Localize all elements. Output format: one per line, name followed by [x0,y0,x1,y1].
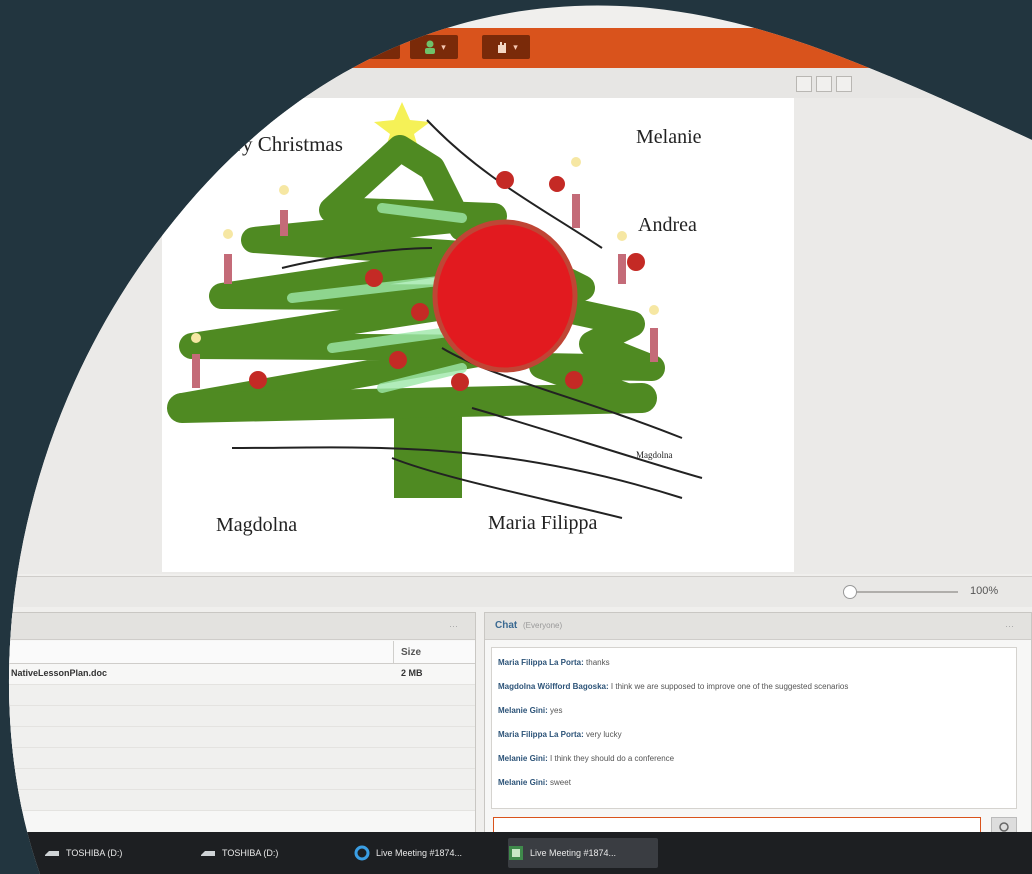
handouts-header: ⋯ [1,613,475,640]
chat-sender: Maria Filippa La Porta: [498,730,584,739]
chat-title: Chat [495,620,518,631]
table-row[interactable] [1,748,475,769]
chat-text: I think we are supposed to improve one o… [610,682,849,691]
content-stage: Merry Christmas Melanie Andrea Magdolna … [0,98,1032,574]
table-row[interactable] [1,790,475,811]
raise-hand-icon [494,39,510,55]
attendee-icon [422,39,438,55]
chat-text: I think they should do a conference [550,754,675,763]
taskbar-label: Live Meeting #1874... [376,848,463,858]
slide-name-maria-filippa: Maria Filippa [488,512,598,534]
zoom-slider-track[interactable] [846,591,958,593]
chat-history[interactable]: Maria Filippa La Porta: thanks Magdolna … [491,647,1017,809]
chevron-down-icon: ▾ [387,41,392,52]
panel-menu-icon[interactable]: ⋯ [1005,621,1017,629]
slide-name-magdolna: Magdolna [216,514,298,536]
chat-sender: Melanie Gini: [498,706,548,715]
table-row[interactable] [1,727,475,748]
zoom-slider-thumb[interactable] [843,585,857,599]
popout-icon[interactable] [836,76,852,92]
pin-icon[interactable] [816,76,832,92]
live-meeting-icon [508,845,524,861]
slide-name-small: Magdolna [636,450,673,460]
chat-message: Maria Filippa La Porta: thanks [498,658,610,667]
chat-text: yes [550,706,563,715]
chat-message: Melanie Gini: yes [498,706,562,715]
table-row[interactable] [1,769,475,790]
share-icon [368,39,384,55]
ie-icon [354,845,370,861]
slide-name-andrea: Andrea [638,214,697,236]
restore-icon[interactable] [796,76,812,92]
table-row[interactable] [1,706,475,727]
column-divider [393,641,394,663]
slide-name-melanie: Melanie [636,126,702,148]
chat-message: Melanie Gini: I think they should do a c… [498,754,674,763]
table-row[interactable]: NativeLessonPlan.doc 2 MB [1,664,475,685]
table-row[interactable] [1,685,475,706]
chevron-down-icon: ▾ [441,41,446,52]
chat-text: sweet [550,778,571,787]
chat-header: Chat (Everyone) ⋯ [485,613,1031,640]
chat-message: Magdolna Wölfford Bagoska: I think we ar… [498,682,848,691]
chevron-down-icon: ▾ [513,41,518,52]
chat-message: Maria Filippa La Porta: very lucky [498,730,622,739]
chat-sender: Maria Filippa La Porta: [498,658,584,667]
chat-sender: Melanie Gini: [498,754,548,763]
windows-taskbar: TOSHIBA (D:) TOSHIBA (D:) Live Meeting #… [0,832,1032,874]
live-meeting-window: ▾ ▾ ▾ Merry Christmas Melanie Andrea Mag… [0,0,1032,874]
zoom-level[interactable]: 100% [970,585,998,597]
presentation-frame: ▾ ▾ ▾ Merry Christmas Melanie Andrea Mag… [0,0,1032,874]
chat-panel: Chat (Everyone) ⋯ Maria Filippa La Porta… [484,612,1032,834]
file-size: 2 MB [401,668,423,678]
handouts-column-header: Size [1,641,475,664]
slide-greeting: Merry Christmas [200,132,343,156]
taskbar-item-toshiba-1[interactable]: TOSHIBA (D:) [44,838,174,868]
handouts-panel: ⋯ Size NativeLessonPlan.doc 2 MB [0,612,476,834]
taskbar-item-live-meeting[interactable]: Live Meeting #1874... [508,838,658,868]
taskbar-label: Live Meeting #1874... [530,848,617,858]
toolbar-button-share[interactable]: ▾ [360,35,400,59]
content-tab-strip [0,68,1032,99]
christmas-tree-drawing [162,98,794,572]
drive-icon [200,847,216,859]
column-size[interactable]: Size [401,647,421,658]
chat-sender: Melanie Gini: [498,778,548,787]
chat-audience[interactable]: (Everyone) [523,621,562,630]
drive-icon [44,847,60,859]
meeting-toolbar: ▾ ▾ ▾ [0,28,1032,68]
chat-text: thanks [586,658,610,667]
taskbar-label: TOSHIBA (D:) [66,848,123,858]
whiteboard-slide[interactable]: Merry Christmas Melanie Andrea Magdolna … [162,98,794,572]
taskbar-item-live-meeting-ie[interactable]: Live Meeting #1874... [354,838,494,868]
file-name: NativeLessonPlan.doc [11,668,108,678]
toolbar-button-raise-hand[interactable]: ▾ [482,35,530,59]
chat-text: very lucky [586,730,622,739]
toolbar-button-attendee[interactable]: ▾ [410,35,458,59]
taskbar-label: TOSHIBA (D:) [222,848,279,858]
panel-menu-icon[interactable]: ⋯ [449,621,461,629]
chat-sender: Magdolna Wölfford Bagoska: [498,682,609,691]
zoom-bar: 100% [0,576,1032,607]
taskbar-item-toshiba-2[interactable]: TOSHIBA (D:) [200,838,330,868]
chat-message: Melanie Gini: sweet [498,778,571,787]
